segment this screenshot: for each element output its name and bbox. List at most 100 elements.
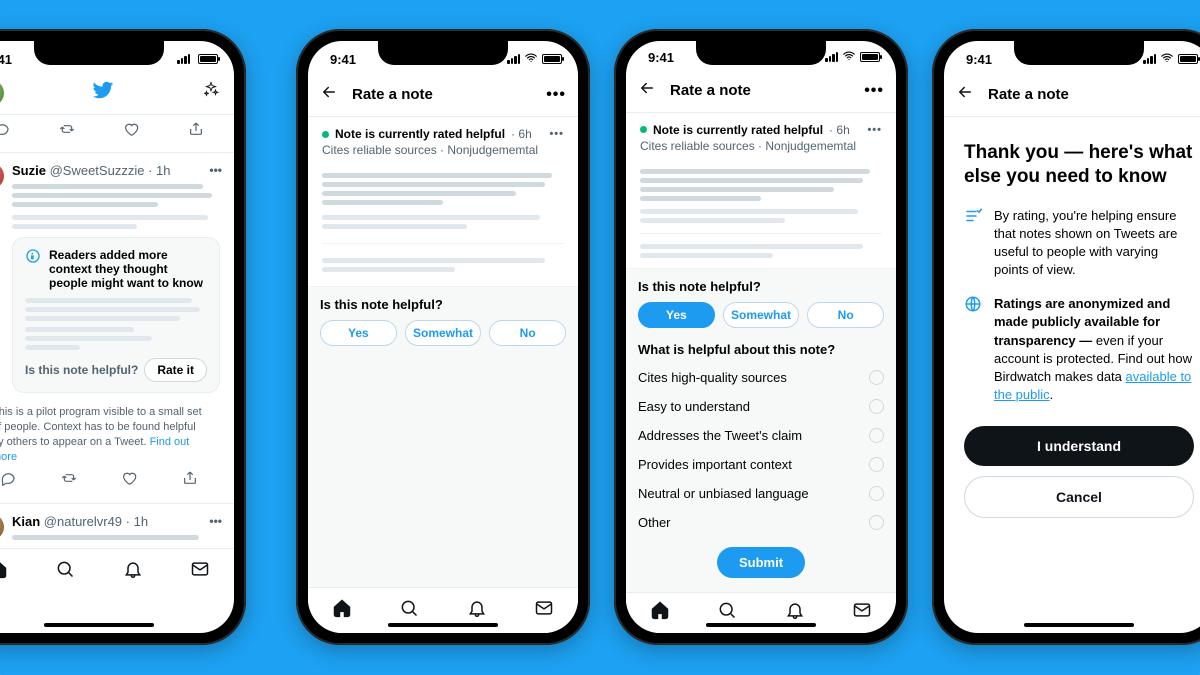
tweet[interactable]: ••• Kian @naturelvr49 · 1h — [0, 503, 234, 548]
helpful-question: Is this note helpful? — [638, 279, 884, 294]
page-title: Rate a note — [988, 86, 1069, 103]
like-icon[interactable] — [123, 121, 139, 142]
info-transparency: Ratings are anonymized and made publicly… — [964, 295, 1194, 404]
signal-icon — [177, 54, 190, 64]
tweet-actions — [0, 115, 234, 152]
reason-option[interactable]: Addresses the Tweet's claim — [638, 421, 884, 450]
wifi-icon — [842, 49, 856, 66]
reason-label: Provides important context — [638, 457, 792, 472]
tweet-more-icon[interactable]: ••• — [209, 514, 222, 528]
reason-option[interactable]: Neutral or unbiased language — [638, 479, 884, 508]
helpful-chooser-expanded: Is this note helpful? Yes Somewhat No Wh… — [626, 268, 896, 592]
reason-option[interactable]: Provides important context — [638, 450, 884, 479]
note-helpful-question: Is this note helpful? — [25, 363, 138, 377]
back-arrow-icon[interactable] — [638, 79, 656, 102]
tab-search-icon[interactable] — [399, 598, 419, 623]
reply-icon[interactable] — [0, 121, 10, 142]
tab-home-icon[interactable] — [0, 559, 8, 584]
tweet-author-name: Kian — [12, 514, 40, 529]
reason-option[interactable]: Easy to understand — [638, 392, 884, 421]
submit-button[interactable]: Submit — [717, 547, 805, 578]
note-subline: Cites reliable sources · Nonjudgememtal — [308, 143, 578, 165]
option-no[interactable]: No — [807, 302, 884, 328]
tab-home-icon[interactable] — [332, 598, 352, 623]
option-somewhat[interactable]: Somewhat — [405, 320, 482, 346]
status-dot-icon — [640, 126, 647, 133]
back-arrow-icon[interactable] — [320, 83, 338, 106]
globe-icon — [964, 295, 982, 404]
tab-bar — [0, 548, 234, 594]
option-yes[interactable]: Yes — [320, 320, 397, 346]
like-icon[interactable] — [121, 470, 137, 491]
home-indicator — [1024, 623, 1134, 627]
tweet-avatar[interactable] — [0, 514, 4, 540]
reason-label: Cites high-quality sources — [638, 370, 787, 385]
cancel-button[interactable]: Cancel — [964, 476, 1194, 518]
reason-label: Easy to understand — [638, 399, 750, 414]
note-more-icon[interactable]: ••• — [549, 128, 564, 140]
note-status-row: Note is currently rated helpful · 6h ••• — [308, 117, 578, 143]
status-time: 9:41 — [0, 52, 12, 67]
tab-search-icon[interactable] — [717, 600, 737, 625]
rate-it-button[interactable]: Rate it — [144, 358, 207, 382]
phone-timeline: 9:41 ••• — [0, 29, 246, 645]
profile-avatar[interactable] — [0, 80, 4, 106]
tab-messages-icon[interactable] — [190, 559, 210, 584]
signal-icon — [507, 54, 520, 64]
tab-messages-icon[interactable] — [852, 600, 872, 625]
radio-icon[interactable] — [869, 428, 884, 443]
sparkle-icon[interactable] — [202, 81, 220, 104]
tab-search-icon[interactable] — [55, 559, 75, 584]
reason-option[interactable]: Cites high-quality sources — [638, 363, 884, 392]
battery-icon — [1178, 54, 1198, 64]
note-subline: Cites reliable sources · Nonjudgememtal — [626, 139, 896, 161]
wifi-icon — [1160, 51, 1174, 68]
reason-option[interactable]: Other — [638, 508, 884, 537]
reason-label: Neutral or unbiased language — [638, 486, 809, 501]
context-note-icon — [25, 248, 41, 264]
radio-icon[interactable] — [869, 399, 884, 414]
option-yes[interactable]: Yes — [638, 302, 715, 328]
retweet-icon[interactable] — [59, 121, 75, 142]
option-somewhat[interactable]: Somewhat — [723, 302, 800, 328]
radio-icon[interactable] — [869, 457, 884, 472]
retweet-icon[interactable] — [61, 470, 77, 491]
more-icon[interactable]: ••• — [864, 82, 884, 100]
option-no[interactable]: No — [489, 320, 566, 346]
tweet-author-name: Suzie — [12, 163, 46, 178]
tab-notifications-icon[interactable] — [123, 559, 143, 584]
radio-icon[interactable] — [869, 515, 884, 530]
phone-rate-note-expanded: 9:41 Rate a note ••• Note is currently r… — [614, 29, 908, 645]
tab-notifications-icon[interactable] — [785, 600, 805, 625]
phone-thank-you: 9:41 Rate a note Thank you — here's what… — [932, 29, 1200, 645]
status-time: 9:41 — [966, 52, 992, 67]
twitter-logo-icon[interactable] — [92, 79, 114, 106]
note-more-icon[interactable]: ••• — [867, 124, 882, 136]
page-title: Rate a note — [352, 86, 433, 103]
info-rating: By rating, you're helping ensure that no… — [964, 207, 1194, 280]
tab-notifications-icon[interactable] — [467, 598, 487, 623]
birdwatch-note-card: Readers added more context they thought … — [12, 237, 220, 393]
more-icon[interactable]: ••• — [546, 86, 566, 104]
tab-home-icon[interactable] — [650, 600, 670, 625]
share-icon[interactable] — [182, 470, 198, 491]
share-icon[interactable] — [188, 121, 204, 142]
back-arrow-icon[interactable] — [956, 83, 974, 106]
wifi-icon — [524, 51, 538, 68]
battery-icon — [542, 54, 562, 64]
reply-icon[interactable] — [0, 470, 16, 491]
checklist-icon — [964, 207, 982, 280]
radio-icon[interactable] — [869, 370, 884, 385]
reason-label: Other — [638, 515, 671, 530]
i-understand-button[interactable]: I understand — [964, 426, 1194, 466]
radio-icon[interactable] — [869, 486, 884, 501]
tweet-avatar[interactable] — [0, 163, 4, 189]
helpful-question: Is this note helpful? — [320, 297, 566, 312]
pilot-disclaimer: This is a pilot program visible to a sma… — [0, 399, 220, 466]
tweet-more-icon[interactable]: ••• — [209, 163, 222, 177]
phone-rate-note: 9:41 Rate a note ••• Note is currently r… — [296, 29, 590, 645]
helpful-about-question: What is helpful about this note? — [638, 342, 884, 357]
home-indicator — [706, 623, 816, 627]
tweet[interactable]: ••• Suzie @SweetSuzzzie · 1h — [0, 152, 234, 503]
tab-messages-icon[interactable] — [534, 598, 554, 623]
